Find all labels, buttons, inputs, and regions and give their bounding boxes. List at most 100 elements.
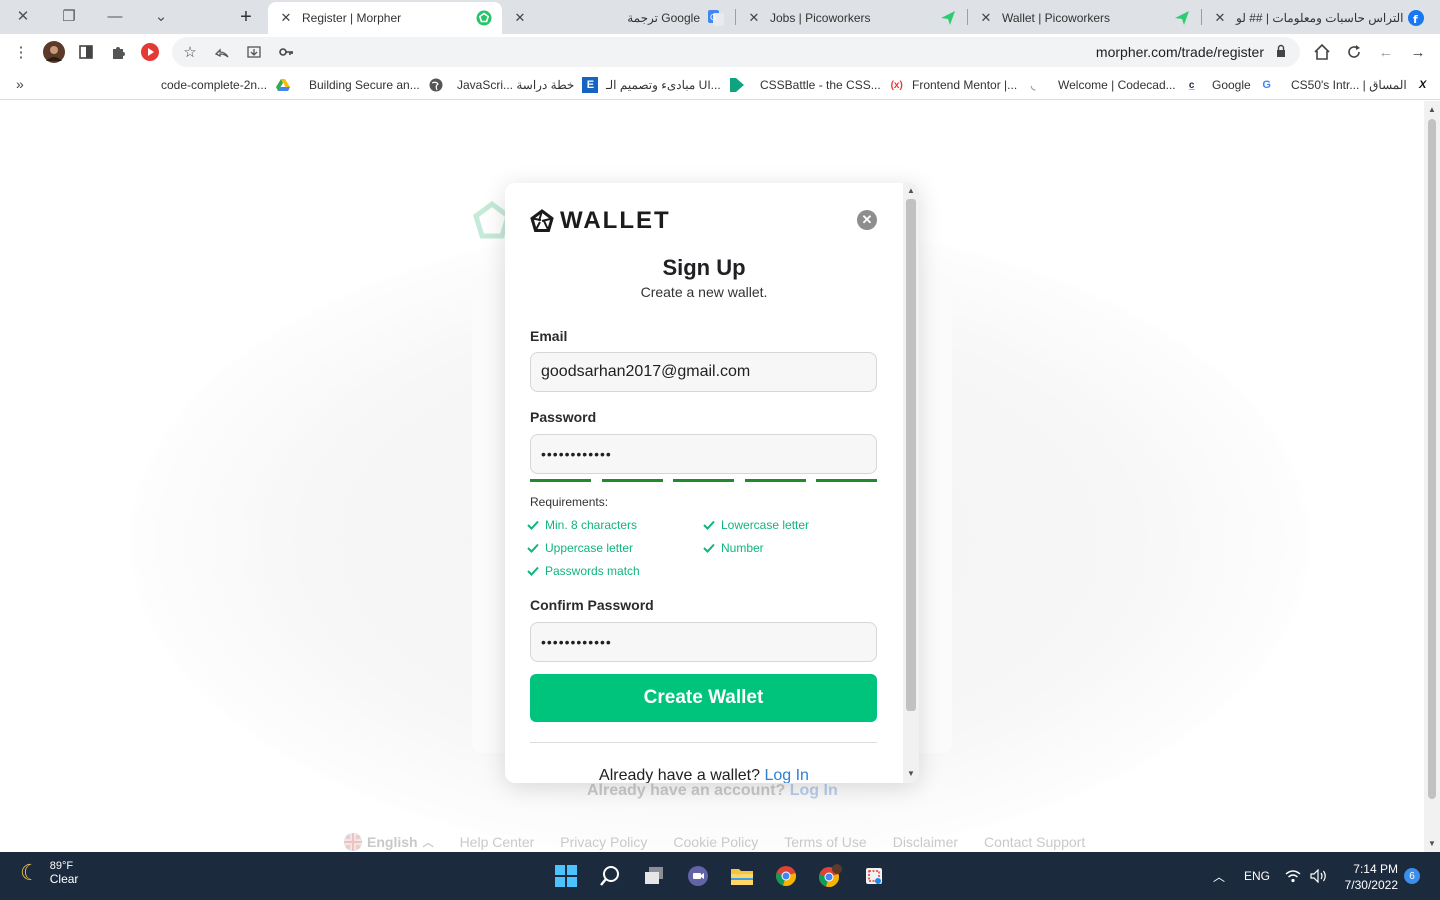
bookmark-item[interactable]: CS50's Intr... | المساق X: [1291, 76, 1431, 94]
email-field[interactable]: goodsarhan2017@gmail.com: [530, 352, 877, 392]
footer-link-privacy-policy[interactable]: Privacy Policy: [560, 834, 647, 850]
bookmark-item[interactable]: JavaScri... خطة دراسة E: [457, 76, 599, 94]
tab-title: Jobs | Picoworkers: [770, 11, 871, 25]
bookmark-item[interactable]: مبادىء وتصميم الـ UI...: [606, 76, 745, 94]
strength-segment: [744, 479, 806, 482]
minimize-window-icon[interactable]: —: [92, 0, 138, 32]
side-panel-icon[interactable]: [72, 38, 100, 66]
tab-jobs-picoworkers[interactable]: ✕ Jobs | Picoworkers: [736, 2, 966, 34]
close-window-icon[interactable]: ✕: [0, 0, 46, 32]
background-login-link[interactable]: Log In: [790, 782, 838, 799]
requirement-text: Number: [721, 541, 764, 555]
tab-register-morpher[interactable]: ✕ Register | Morpher: [268, 2, 502, 34]
footer-link-contact-support[interactable]: Contact Support: [984, 834, 1085, 850]
tab-wallet-picoworkers[interactable]: ✕ Wallet | Picoworkers: [968, 2, 1200, 34]
address-bar[interactable]: ☆ morpher.com/trade/register: [172, 37, 1300, 67]
cssbattle-icon: (x): [890, 79, 903, 91]
extensions-puzzle-icon[interactable]: [104, 38, 132, 66]
bookmark-label: Welcome | Codecad...: [1058, 78, 1176, 92]
moon-icon: ☾: [20, 860, 40, 885]
show-hidden-icons-icon[interactable]: ︿: [1213, 852, 1225, 900]
tab-title: Register | Morpher: [302, 11, 402, 25]
close-tab-icon[interactable]: ✕: [978, 10, 994, 26]
scroll-down-arrow-icon[interactable]: ▼: [1428, 839, 1436, 848]
home-icon[interactable]: [1308, 38, 1336, 66]
page-scrollbar-thumb[interactable]: [1428, 119, 1436, 799]
snipping-tool-icon[interactable]: [858, 860, 890, 892]
share-icon[interactable]: [208, 38, 236, 66]
k-icon: [729, 77, 745, 93]
scroll-up-arrow-icon[interactable]: ▲: [1428, 105, 1436, 114]
back-arrow-icon[interactable]: ←: [1372, 38, 1400, 66]
volume-icon[interactable]: [1310, 852, 1328, 900]
tab-facebook-group[interactable]: ✕ التراس حاسبات ومعلومات | ## لو f: [1202, 2, 1434, 34]
chevron-up-icon: ︿: [422, 837, 434, 849]
close-tab-icon[interactable]: ✕: [278, 10, 294, 26]
system-clock[interactable]: 7:14 PM 7/30/2022: [1338, 861, 1398, 893]
file-explorer-icon[interactable]: [726, 860, 758, 892]
tab-google-translate[interactable]: ✕ ترجمة Google G: [502, 2, 734, 34]
install-app-icon[interactable]: [240, 38, 268, 66]
bookmark-item[interactable]: Welcome | Codecad... c̲: [1058, 76, 1200, 94]
strength-segment: [816, 479, 877, 482]
login-link[interactable]: Log In: [764, 767, 808, 783]
url-text[interactable]: morpher.com/trade/register: [1096, 44, 1264, 60]
bookmark-item[interactable]: code-complete-2n...: [161, 76, 291, 94]
tab-search-icon[interactable]: ⌄: [138, 0, 184, 32]
restore-window-icon[interactable]: ❐: [46, 0, 92, 32]
password-key-icon[interactable]: [272, 38, 300, 66]
modal-scrollbar[interactable]: ▲ ▼: [903, 183, 919, 783]
morpher-favicon-icon: [476, 10, 492, 26]
already-wallet-text: Already have a wallet?: [599, 767, 761, 783]
bookmark-label: Google: [1212, 78, 1251, 92]
close-tab-icon[interactable]: ✕: [512, 10, 528, 26]
confirm-password-field[interactable]: ••••••••••••: [530, 622, 877, 662]
language-selector[interactable]: English ︿: [344, 833, 434, 851]
password-field[interactable]: ••••••••••••: [530, 434, 877, 474]
chrome-icon[interactable]: [770, 860, 802, 892]
bookmark-item[interactable]: Google G: [1212, 76, 1275, 94]
input-language[interactable]: ENG: [1244, 852, 1270, 900]
footer-link-help-center[interactable]: Help Center: [460, 834, 535, 850]
close-modal-button[interactable]: ✕: [857, 210, 877, 230]
task-view-icon[interactable]: [638, 860, 670, 892]
bookmark-item[interactable]: Building Secure an...: [309, 76, 444, 94]
wallet-logo-icon: [530, 209, 554, 232]
close-icon: ✕: [861, 212, 873, 227]
scroll-down-arrow-icon[interactable]: ▼: [907, 769, 915, 778]
check-icon: [527, 566, 539, 576]
search-icon[interactable]: [594, 860, 626, 892]
e-icon: E: [582, 77, 599, 93]
forward-arrow-icon[interactable]: →: [1404, 38, 1432, 66]
menu-kebab-icon[interactable]: ⋮: [7, 38, 35, 66]
footer-link-disclaimer[interactable]: Disclaimer: [893, 834, 958, 850]
bookmark-item[interactable]: CSSBattle - the CSS... (x): [760, 76, 905, 94]
teams-chat-icon[interactable]: [682, 860, 714, 892]
reload-icon[interactable]: [1340, 38, 1368, 66]
paper-plane-icon: [1174, 10, 1190, 26]
page-scrollbar[interactable]: ▲ ▼: [1424, 101, 1440, 852]
start-windows-icon[interactable]: [550, 860, 582, 892]
confirm-password-label: Confirm Password: [530, 597, 654, 613]
bookmark-star-icon[interactable]: ☆: [176, 38, 204, 66]
modal-scrollbar-thumb[interactable]: [906, 199, 916, 711]
browser-toolbar: ⋮ ☆ morpher.com/trade/register ← →: [0, 34, 1440, 70]
tab-title: ترجمة Google: [627, 11, 700, 25]
close-tab-icon[interactable]: ✕: [746, 10, 762, 26]
close-tab-icon[interactable]: ✕: [1212, 10, 1228, 26]
bookmark-item[interactable]: Frontend Mentor |... ◟: [912, 76, 1041, 94]
profile-avatar[interactable]: [40, 38, 68, 66]
new-tab-button[interactable]: +: [232, 4, 260, 30]
weather-widget[interactable]: ☾ 89°F Clear: [20, 860, 78, 886]
footer-link-cookie-policy[interactable]: Cookie Policy: [673, 834, 758, 850]
scroll-up-arrow-icon[interactable]: ▲: [907, 186, 915, 195]
bookmarks-overflow-icon[interactable]: »: [16, 76, 24, 92]
create-wallet-button[interactable]: Create Wallet: [530, 674, 877, 722]
youtube-extension-icon[interactable]: [136, 38, 164, 66]
lock-icon[interactable]: [1276, 44, 1286, 58]
notification-badge[interactable]: 6: [1404, 868, 1420, 884]
chrome-profile-icon[interactable]: [814, 860, 846, 892]
wifi-icon[interactable]: [1285, 852, 1301, 900]
temperature: 89°F: [49, 860, 74, 872]
footer-link-terms-of-use[interactable]: Terms of Use: [784, 834, 866, 850]
